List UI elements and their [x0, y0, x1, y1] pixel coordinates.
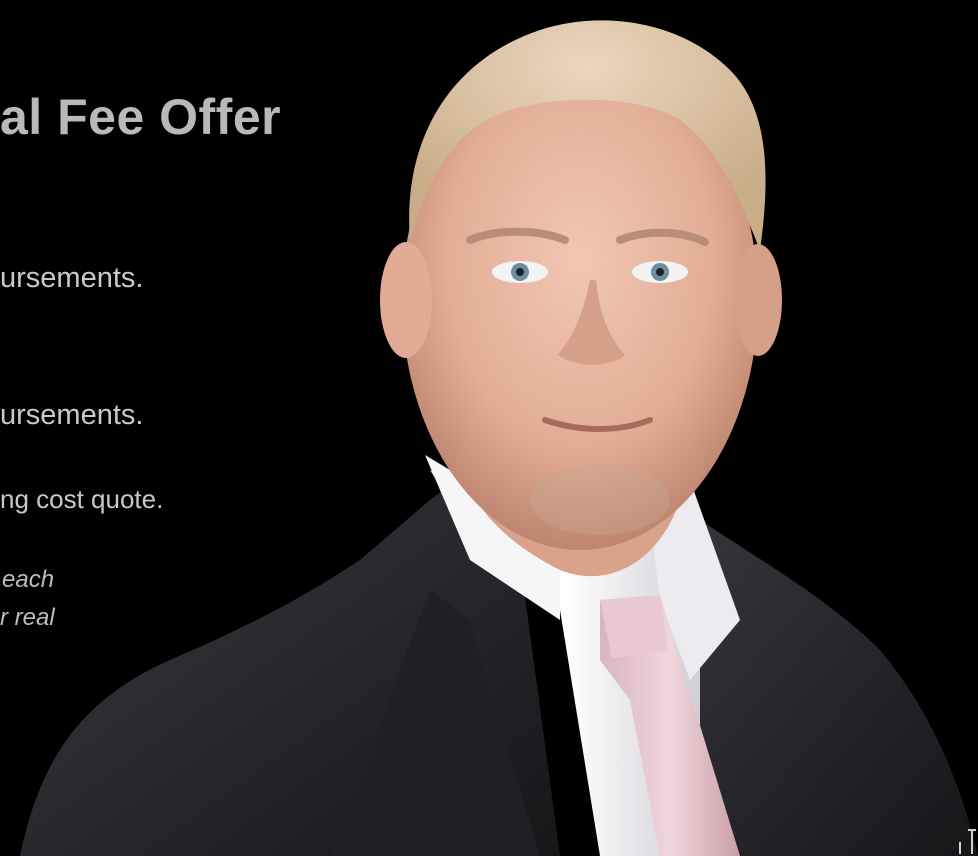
- portrait-photo: [20, 20, 978, 856]
- slide-canvas: al Fee Offer ursements. ursements. ng co…: [0, 0, 978, 856]
- corner-logo-icon: [959, 829, 976, 854]
